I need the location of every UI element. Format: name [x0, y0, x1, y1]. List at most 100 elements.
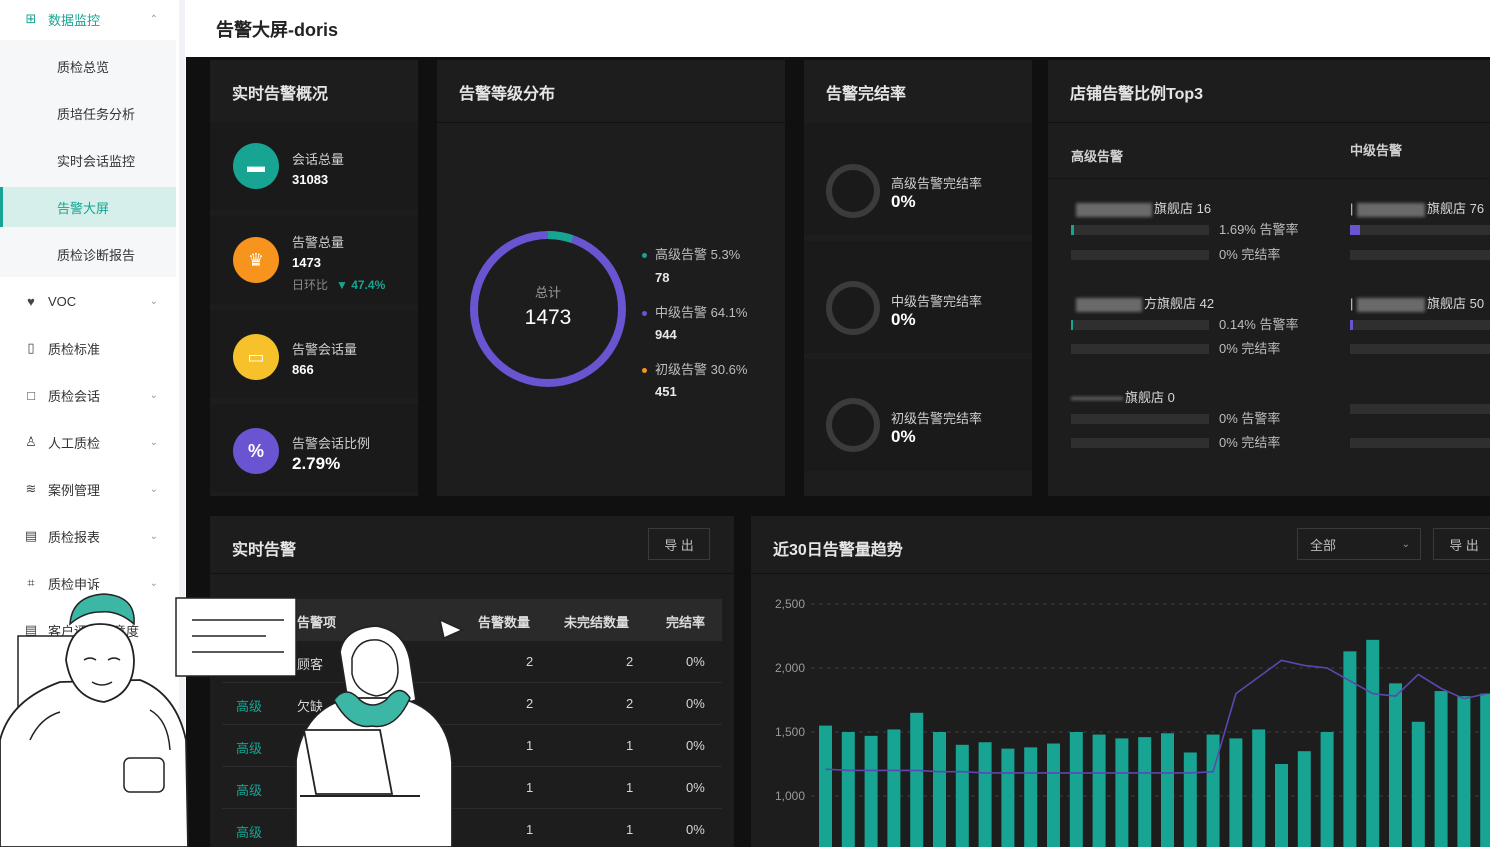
trend-bar: [1480, 693, 1490, 847]
page-title: 告警大屏-doris: [216, 19, 339, 40]
completion-rate: 0%: [686, 654, 705, 669]
trend-bar: [1138, 737, 1152, 847]
page-header: 告警大屏-doris: [186, 0, 1490, 57]
trend-bar: [933, 732, 946, 847]
column-divider: [1048, 178, 1490, 179]
sidebar-item-qc-overview[interactable]: 质检总览: [0, 46, 176, 86]
completion-label: 高级告警完结率: [891, 176, 983, 191]
menu-group-qc-session[interactable]: □ 质检会话 ⌄: [0, 376, 176, 414]
message-icon: ▭: [233, 334, 279, 380]
completion-value: 0%: [891, 192, 916, 211]
select-value: 全部: [1310, 537, 1337, 553]
trend-bar: [1252, 729, 1266, 847]
redacted-block: [1071, 397, 1123, 401]
done-rate-bar: [1071, 344, 1209, 354]
y-tick-label: 2,000: [775, 661, 805, 675]
open-count: 1: [626, 738, 634, 753]
panel-title: 近30日告警量趋势: [773, 542, 903, 559]
trend-bar: [864, 735, 878, 847]
document-icon: ▯: [27, 340, 35, 355]
legend-item-low: 初级告警 30.6%: [642, 359, 747, 378]
menu-label: VOC: [48, 293, 77, 309]
menu-group-voc[interactable]: ♥ VOC ⌄: [0, 282, 176, 320]
alert-rate-bar: [1071, 414, 1209, 424]
completion-rate: 0%: [686, 738, 705, 753]
menu-label: 质检标准: [48, 341, 101, 357]
sidebar-item-alert-screen[interactable]: 告警大屏: [0, 187, 176, 227]
trend-bar: [1297, 751, 1311, 847]
alert-rate-bar: [1350, 320, 1490, 330]
column-header: 告警数量: [478, 615, 531, 630]
sidebar-item-training-analysis[interactable]: 质培任务分析: [0, 93, 176, 133]
kpi-alert-ratio: % 告警会话比例 2.79%: [210, 404, 418, 492]
trend-bar: [1183, 752, 1197, 847]
legend-dot: [642, 253, 647, 259]
trend-bar: [1411, 721, 1425, 847]
done-rate-bar: [1350, 344, 1490, 354]
frame-icon: ⌗: [27, 575, 35, 590]
redacted-block: [1357, 297, 1426, 312]
trend-bar: [1092, 734, 1106, 847]
done-rate-bar: [1350, 438, 1490, 448]
completion-panel: 告警完结率 高级告警完结率 0% 中级告警完结率 0% 初级告警完结率 0%: [804, 60, 1032, 496]
open-count: 1: [626, 822, 634, 837]
bar-fill: [1350, 320, 1353, 330]
menu-group-data-monitor[interactable]: ⊞ 数据监控 ⌃: [0, 0, 176, 38]
y-tick-label: 2,500: [775, 597, 805, 611]
menu-group-case-management[interactable]: ≋ 案例管理 ⌄: [0, 470, 176, 508]
completion-ring: [826, 398, 880, 452]
alarm-icon: ♛: [233, 237, 279, 283]
menu-group-qc-standard[interactable]: ▯ 质检标准: [0, 329, 176, 367]
panel-title: 告警完结率: [826, 86, 907, 103]
legend-dot: [642, 368, 647, 374]
done-rate-text: 0% 完结率: [1219, 341, 1281, 356]
overview-panel: 实时告警概况 ▬ 会话总量 31083 ♛ 告警总量 1473 日环比 ▼ 47.…: [210, 60, 418, 496]
export-button[interactable]: 导 出: [648, 528, 710, 560]
alert-rate-bar: [1071, 225, 1209, 235]
kpi-label: 告警会话比例: [292, 436, 371, 451]
menu-group-qc-report[interactable]: ▤ 质检报表 ⌄: [0, 517, 176, 555]
shop-name: | 旗舰店 76: [1350, 201, 1485, 217]
trend-bar: [819, 725, 832, 847]
menu-group-manual-qc[interactable]: ♙ 人工质检 ⌄: [0, 423, 176, 461]
diamond-icon: ♥: [27, 293, 35, 309]
trend-bar: [978, 742, 992, 847]
chevron-down-icon: ⌄: [149, 483, 158, 495]
shop-name: | 旗舰店 50: [1350, 296, 1485, 312]
completion-rate: 0%: [686, 696, 705, 711]
menu-label: 质检报表: [48, 529, 101, 545]
done-rate-text: 0% 完结率: [1219, 247, 1281, 262]
done-rate-bar: [1071, 250, 1209, 260]
level-filter-select[interactable]: 全部 ⌄: [1297, 528, 1421, 560]
trend-bar: [1457, 696, 1471, 847]
monitor-icon: ⊞: [25, 11, 37, 26]
panel-divider: [437, 122, 785, 123]
trend-bar: [1275, 764, 1288, 847]
panel-title: 实时告警: [232, 542, 297, 559]
bar-fill: [1071, 225, 1074, 235]
legend-value: 944: [655, 327, 677, 342]
sidebar-item-diagnosis-report[interactable]: 质检诊断报告: [0, 234, 176, 274]
alert-count: 2: [526, 696, 534, 711]
alert-count: 2: [526, 654, 534, 669]
chevron-down-icon: ⌄: [149, 530, 158, 542]
alert-count: 1: [526, 822, 534, 837]
kpi-label: 告警会话量: [292, 342, 358, 357]
trend-bar: [1024, 747, 1038, 847]
menu-label: 数据监控: [48, 12, 101, 28]
completion-label: 中级告警完结率: [891, 294, 983, 309]
kpi-value: 2.79%: [292, 454, 341, 473]
chevron-down-icon: ⌄: [149, 577, 158, 589]
redacted-block: [1357, 202, 1426, 217]
bar-fill: [1350, 225, 1360, 235]
trend-panel: 近30日告警量趋势 全部 ⌄ 导 出 2,500 2,000 1,500 1,000: [751, 516, 1490, 847]
chat-bubble-icon: □: [27, 387, 35, 403]
legend-item-mid: 中级告警 64.1%: [642, 302, 747, 321]
sidebar-item-realtime-session[interactable]: 实时会话监控: [0, 140, 176, 180]
kpi-value: 31083: [292, 172, 329, 187]
people-illustration: [0, 593, 464, 847]
alert-rate-bar: [1350, 404, 1490, 414]
export-button[interactable]: 导 出: [1433, 528, 1490, 560]
note-card: [175, 597, 297, 677]
legend-label: 中级告警 64.1%: [655, 305, 748, 320]
